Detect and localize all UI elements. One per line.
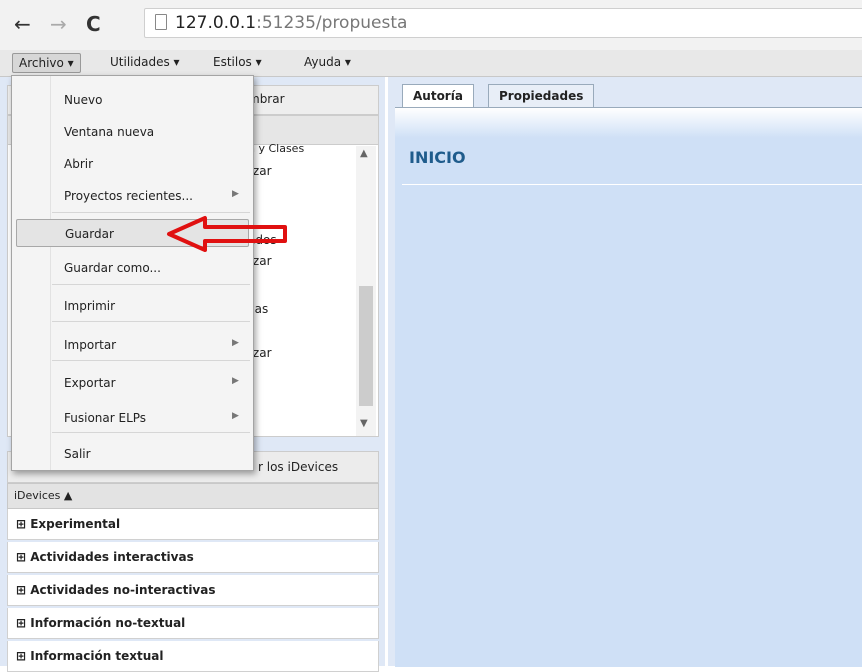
title-divider [402, 184, 862, 185]
category-label: ⊞ Actividades no-interactivas [16, 583, 216, 597]
submenu-arrow-icon: ▶ [232, 411, 239, 421]
menu-item-label: Abrir [64, 157, 94, 171]
tab-autoria[interactable]: Autoría [402, 84, 474, 107]
menu-separator [52, 212, 250, 213]
menu-item-nuevo[interactable]: Nuevo [12, 86, 253, 114]
app-menubar: Archivo ▾ Utilidades ▾ Estilos ▾ Ayuda ▾ [0, 50, 862, 77]
menu-item-label: Exportar [64, 376, 116, 390]
url-path: /propuesta [315, 13, 408, 33]
url-text: 127.0.0.1:51235/propuesta [175, 13, 407, 33]
menu-estilos[interactable]: Estilos ▾ [207, 53, 268, 71]
browser-toolbar: ← → C 127.0.0.1:51235/propuesta [0, 0, 862, 50]
archivo-menu: Nuevo Ventana nueva Abrir Proyectos reci… [11, 75, 254, 471]
menu-separator [52, 284, 250, 285]
menu-ayuda[interactable]: Ayuda ▾ [298, 53, 357, 71]
menu-item-label: Imprimir [64, 299, 116, 313]
menu-item-label: Guardar [65, 227, 114, 241]
submenu-arrow-icon: ▶ [232, 189, 239, 199]
idevice-category[interactable]: ⊞ Información textual [7, 641, 379, 672]
menu-item-proyectos-recientes[interactable]: Proyectos recientes... ▶ [12, 182, 253, 210]
menu-utilidades[interactable]: Utilidades ▾ [104, 53, 186, 71]
menu-item-label: Ventana nueva [64, 125, 155, 139]
menu-item-guardar-como[interactable]: Guardar como... [12, 254, 253, 282]
address-bar[interactable]: 127.0.0.1:51235/propuesta [144, 8, 862, 38]
menu-item-imprimir[interactable]: Imprimir [12, 292, 253, 320]
tab-idevices-fragment[interactable]: r los iDevices [258, 460, 338, 474]
category-label: ⊞ Actividades interactivas [16, 550, 194, 564]
category-label: ⊞ Experimental [16, 517, 121, 531]
idevices-header[interactable]: iDevices ▲ [7, 483, 379, 509]
outline-node[interactable]: n y Clases [248, 142, 304, 155]
reload-icon[interactable]: C [86, 12, 101, 36]
forward-arrow-icon[interactable]: → [50, 12, 67, 36]
back-arrow-icon[interactable]: ← [14, 12, 31, 36]
submenu-arrow-icon: ▶ [232, 376, 239, 386]
idevice-category[interactable]: ⊞ Información no-textual [7, 608, 379, 639]
menu-item-label: Proyectos recientes... [64, 189, 193, 203]
idevices-header-label: iDevices ▲ [14, 489, 73, 502]
menu-separator [52, 432, 250, 433]
url-host: 127.0.0.1 [175, 13, 257, 33]
scroll-down-icon[interactable]: ▼ [360, 418, 368, 429]
menu-item-abrir[interactable]: Abrir [12, 150, 253, 178]
outline-scrollbar[interactable]: ▲ ▼ [356, 146, 376, 436]
menu-item-exportar[interactable]: Exportar ▶ [12, 369, 253, 397]
idevice-category[interactable]: ⊞ Actividades interactivas [7, 542, 379, 573]
menu-separator [52, 360, 250, 361]
page-title: INICIO [409, 148, 466, 167]
menu-archivo[interactable]: Archivo ▾ [12, 53, 81, 73]
menu-item-fusionar-elps[interactable]: Fusionar ELPs ▶ [12, 404, 253, 432]
menu-separator [52, 321, 250, 322]
menu-item-label: Nuevo [64, 93, 103, 107]
menu-item-label: Salir [64, 447, 91, 461]
menu-item-label: Importar [64, 338, 117, 352]
menu-item-label: Guardar como... [64, 261, 161, 275]
menu-item-salir[interactable]: Salir [12, 440, 253, 468]
idevice-category[interactable]: ⊞ Experimental [7, 509, 379, 540]
page-icon [155, 14, 167, 30]
menu-item-importar[interactable]: Importar ▶ [12, 331, 253, 359]
category-label: ⊞ Información textual [16, 649, 164, 663]
red-arrow-icon [167, 216, 287, 252]
editor-content: INICIO [395, 107, 862, 667]
submenu-arrow-icon: ▶ [232, 338, 239, 348]
editor-pane: Autoría Propiedades INICIO [388, 77, 862, 667]
category-label: ⊞ Información no-textual [16, 616, 186, 630]
url-port: :51235 [256, 13, 316, 33]
tab-propiedades[interactable]: Propiedades [488, 84, 595, 107]
scroll-thumb[interactable] [359, 286, 373, 406]
menu-item-label: Fusionar ELPs [64, 411, 147, 425]
idevice-category[interactable]: ⊞ Actividades no-interactivas [7, 575, 379, 606]
scroll-up-icon[interactable]: ▲ [360, 148, 368, 159]
menu-item-ventana-nueva[interactable]: Ventana nueva [12, 118, 253, 146]
